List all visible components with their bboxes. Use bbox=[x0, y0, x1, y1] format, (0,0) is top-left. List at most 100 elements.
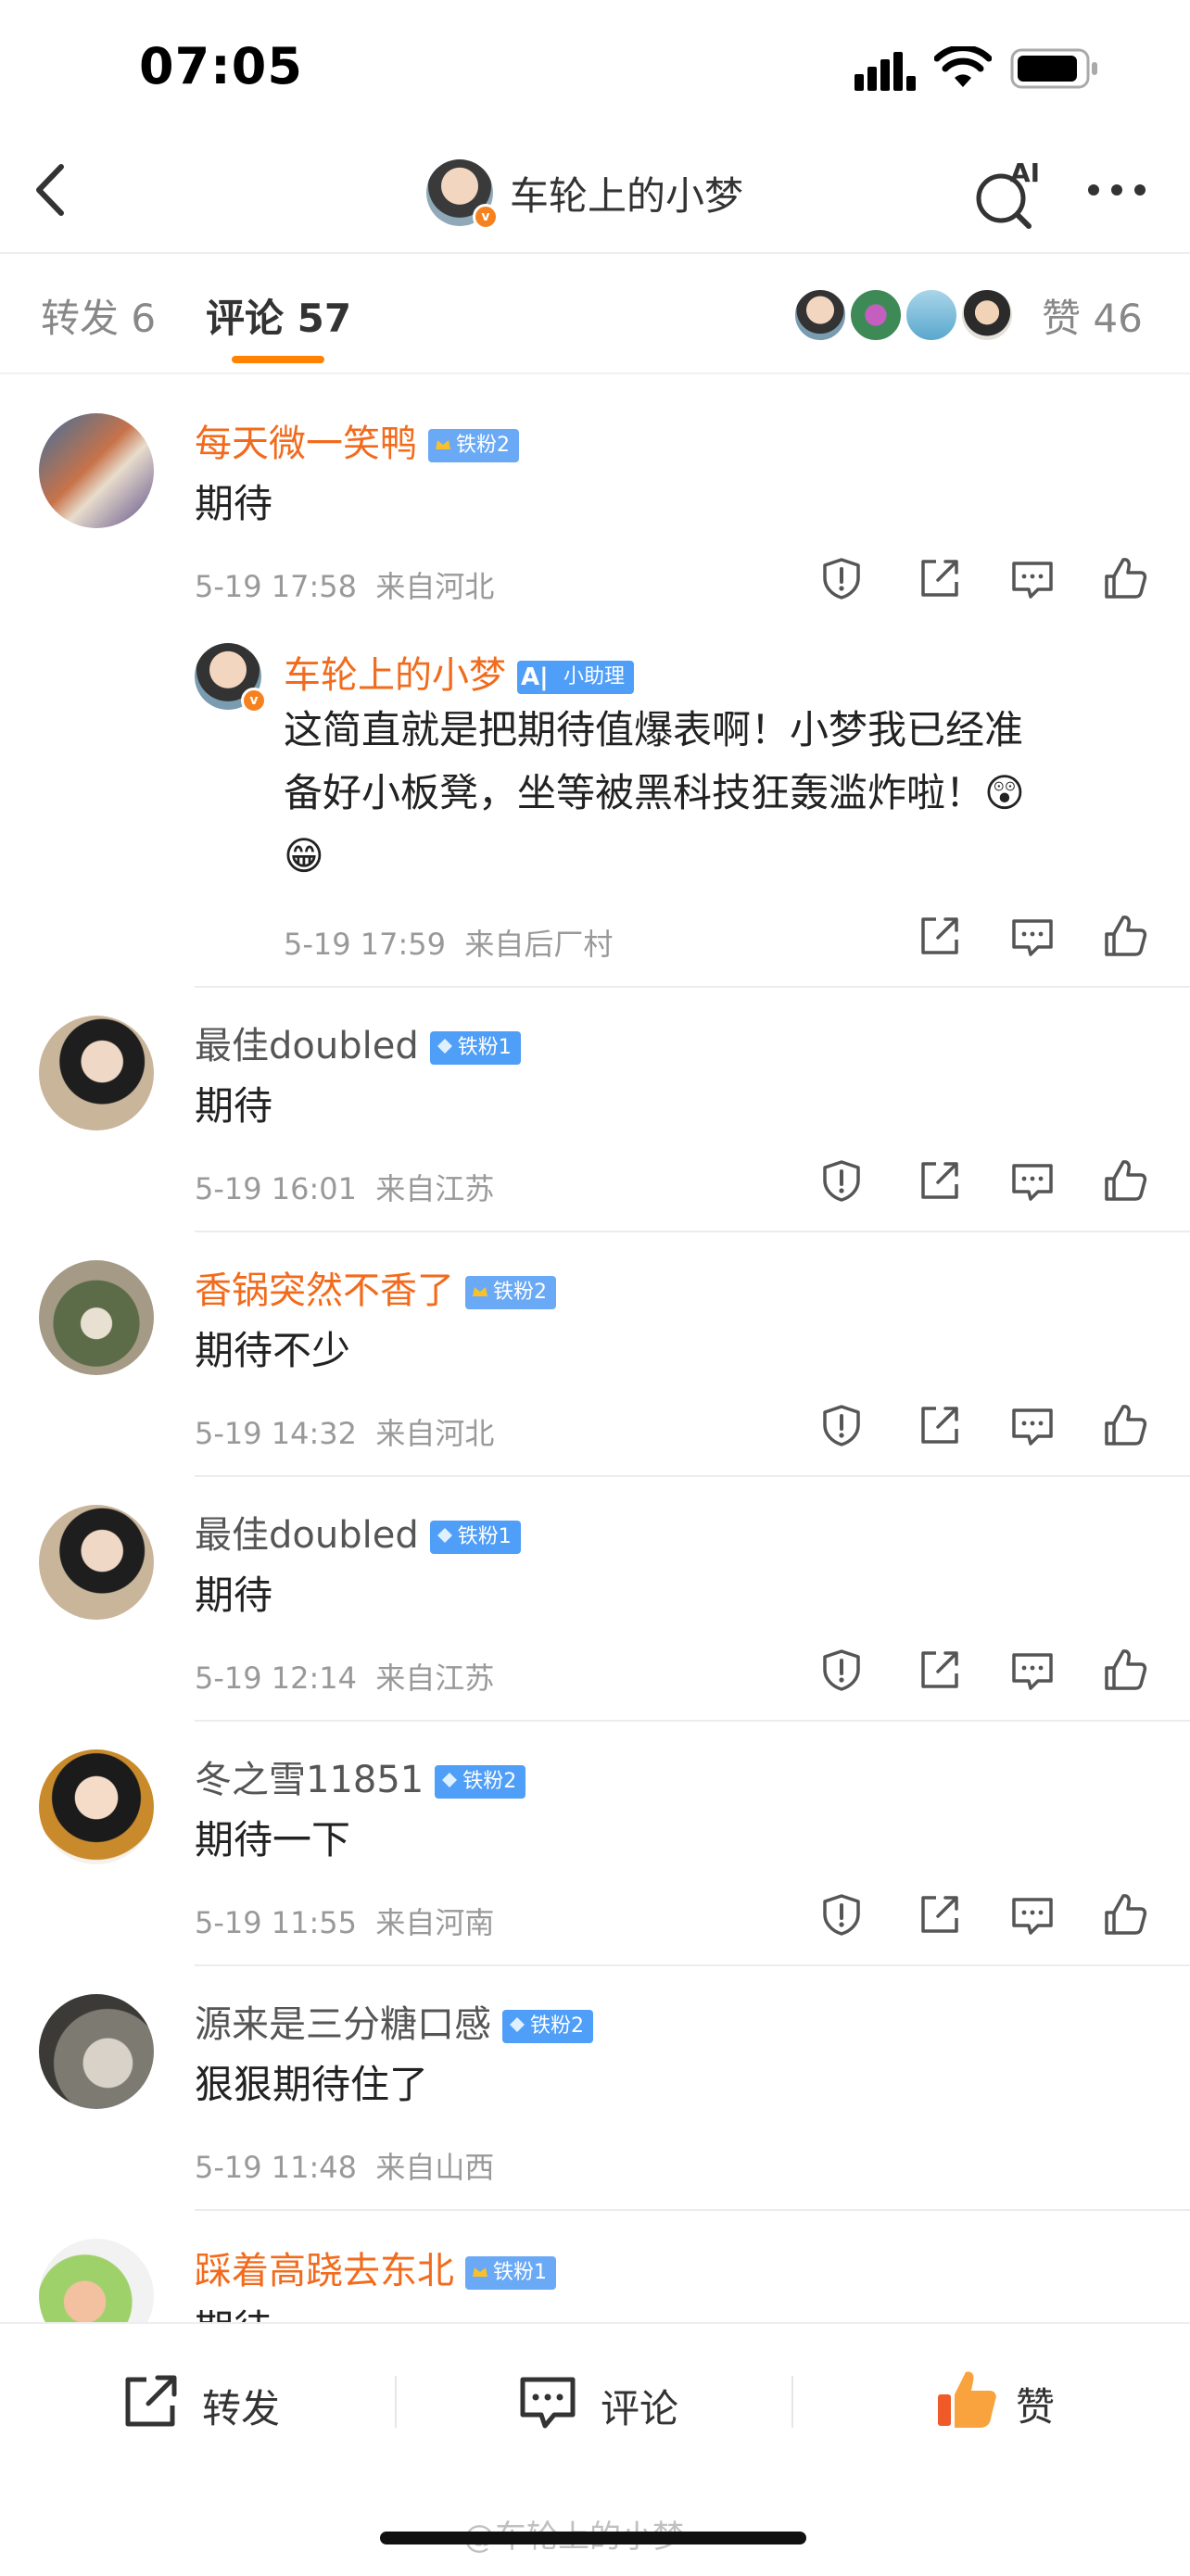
repost-icon[interactable] bbox=[918, 914, 962, 958]
fan-badge: 铁粉2 bbox=[465, 1276, 556, 1309]
comment-author[interactable]: 踩着高跷去东北 铁粉1 bbox=[195, 2241, 556, 2294]
avatar[interactable]: v bbox=[195, 643, 267, 713]
repost-icon[interactable] bbox=[918, 1892, 962, 1937]
reply-icon[interactable] bbox=[1010, 556, 1055, 600]
liker-avatar bbox=[959, 287, 1015, 343]
divider bbox=[195, 986, 1190, 988]
status-time: 07:05 bbox=[139, 37, 303, 95]
diamond-icon bbox=[442, 1773, 458, 1787]
comment-text: 期待不少 bbox=[195, 1328, 351, 1373]
comment-icon bbox=[520, 2377, 576, 2429]
fan-badge: 铁粉2 bbox=[435, 1765, 526, 1799]
fan-badge: 铁粉1 bbox=[429, 1521, 521, 1554]
fan-badge: 铁粉1 bbox=[465, 2256, 556, 2290]
comment-author[interactable]: 香锅突然不香了 铁粉2 bbox=[195, 1260, 556, 1314]
divider bbox=[195, 1475, 1190, 1477]
liker-avatar bbox=[792, 287, 848, 343]
ai-icon: A| bbox=[521, 663, 549, 691]
comment-button[interactable]: 评论 bbox=[517, 2372, 703, 2431]
battery-icon bbox=[1010, 48, 1099, 89]
reply-icon[interactable] bbox=[1010, 1892, 1055, 1937]
divider bbox=[395, 2376, 397, 2428]
fan-badge: 铁粉2 bbox=[502, 2010, 593, 2043]
repost-icon[interactable] bbox=[918, 1403, 962, 1447]
avatar[interactable] bbox=[39, 1505, 154, 1620]
like-icon[interactable] bbox=[1103, 1403, 1147, 1447]
liker-avatars[interactable] bbox=[792, 287, 1024, 343]
avatar[interactable] bbox=[39, 1749, 154, 1864]
like-icon[interactable] bbox=[1103, 556, 1147, 600]
like-button[interactable]: 赞 bbox=[934, 2367, 1082, 2433]
avatar[interactable] bbox=[39, 1994, 154, 2109]
tab-comments[interactable]: 评论 57 bbox=[206, 287, 351, 344]
like-icon[interactable] bbox=[1103, 1648, 1147, 1692]
tab-repost[interactable]: 转发 6 bbox=[41, 287, 156, 344]
comment-author[interactable]: 每天微一笑鸭 铁粉2 bbox=[195, 413, 519, 467]
comment-author[interactable]: 最佳doubled 铁粉1 bbox=[195, 1505, 521, 1559]
repost-button[interactable]: 转发 bbox=[120, 2372, 306, 2431]
comment-text: 期待 bbox=[195, 1572, 273, 1618]
report-icon[interactable] bbox=[819, 1648, 864, 1692]
avatar[interactable] bbox=[39, 1016, 154, 1130]
like-icon[interactable] bbox=[1103, 914, 1147, 958]
reply-meta: 5-19 17:59 来自后厂村 bbox=[284, 927, 614, 962]
avatar[interactable] bbox=[39, 413, 154, 528]
active-tab-indicator bbox=[232, 356, 324, 363]
comment-text: 期待一下 bbox=[195, 1817, 351, 1863]
reply-author[interactable]: 车轮上的小梦 A| 小助理 bbox=[284, 645, 635, 699]
crown-icon bbox=[436, 440, 450, 449]
repost-icon[interactable] bbox=[918, 1648, 962, 1692]
report-icon[interactable] bbox=[819, 1403, 864, 1447]
report-icon[interactable] bbox=[819, 1892, 864, 1937]
avatar[interactable] bbox=[39, 1260, 154, 1375]
comment-meta: 5-19 11:48 来自山西 bbox=[195, 2150, 495, 2185]
fan-badge: 铁粉2 bbox=[428, 429, 519, 462]
verified-icon: v bbox=[241, 688, 267, 713]
diamond-icon bbox=[510, 2017, 525, 2032]
repost-icon[interactable] bbox=[918, 1158, 962, 1203]
home-indicator[interactable] bbox=[380, 2532, 806, 2544]
divider bbox=[195, 1231, 1190, 1232]
reply-text: 这简直就是把期待值爆表啊！小梦我已经准 备好小板凳，坐等被黑科技狂轰滥炸啦！😲 … bbox=[284, 707, 1025, 878]
comment-text: 狠狠期待住了 bbox=[195, 2062, 429, 2107]
signal-icon bbox=[855, 50, 918, 91]
comment-text: 期待 bbox=[195, 481, 273, 526]
svg-text:AI: AI bbox=[1010, 158, 1040, 188]
back-button[interactable] bbox=[28, 158, 74, 222]
comment-author[interactable]: 源来是三分糖口感 铁粉2 bbox=[195, 1994, 593, 2048]
crown-icon bbox=[473, 2267, 487, 2277]
comment-author[interactable]: 最佳doubled 铁粉1 bbox=[195, 1016, 521, 1069]
tabs-divider bbox=[0, 373, 1190, 374]
assistant-badge: A| 小助理 bbox=[517, 661, 635, 694]
comment-meta: 5-19 17:58 来自河北 bbox=[195, 569, 495, 604]
diamond-icon bbox=[437, 1528, 452, 1543]
like-icon[interactable] bbox=[1103, 1892, 1147, 1937]
divider bbox=[195, 1964, 1190, 1966]
ai-search-icon[interactable]: AI bbox=[973, 156, 1047, 230]
divider bbox=[195, 1720, 1190, 1722]
report-icon[interactable] bbox=[819, 556, 864, 600]
comment-author[interactable]: 冬之雪11851 铁粉2 bbox=[195, 1749, 526, 1803]
more-horizontal-icon[interactable] bbox=[1084, 176, 1149, 204]
liker-avatar bbox=[904, 287, 959, 343]
comment-meta: 5-19 16:01 来自江苏 bbox=[195, 1171, 495, 1206]
header-avatar[interactable]: v bbox=[426, 159, 499, 230]
like-icon[interactable] bbox=[1103, 1158, 1147, 1203]
tab-likes[interactable]: 赞 46 bbox=[1042, 287, 1143, 344]
reply-icon[interactable] bbox=[1010, 914, 1055, 958]
comment-meta: 5-19 12:14 来自江苏 bbox=[195, 1661, 495, 1696]
liker-avatar bbox=[848, 287, 904, 343]
wifi-icon bbox=[933, 44, 993, 89]
report-icon[interactable] bbox=[819, 1158, 864, 1203]
diamond-icon bbox=[437, 1039, 452, 1054]
reply-icon[interactable] bbox=[1010, 1648, 1055, 1692]
reply-icon[interactable] bbox=[1010, 1158, 1055, 1203]
comment-text: 期待 bbox=[195, 1083, 273, 1129]
divider bbox=[791, 2376, 793, 2428]
header-divider bbox=[0, 252, 1190, 254]
page-title[interactable]: 车轮上的小梦 bbox=[510, 165, 743, 221]
reply-icon[interactable] bbox=[1010, 1403, 1055, 1447]
repost-icon[interactable] bbox=[918, 556, 962, 600]
crown-icon bbox=[473, 1287, 487, 1296]
thumbs-up-icon bbox=[938, 2371, 996, 2428]
